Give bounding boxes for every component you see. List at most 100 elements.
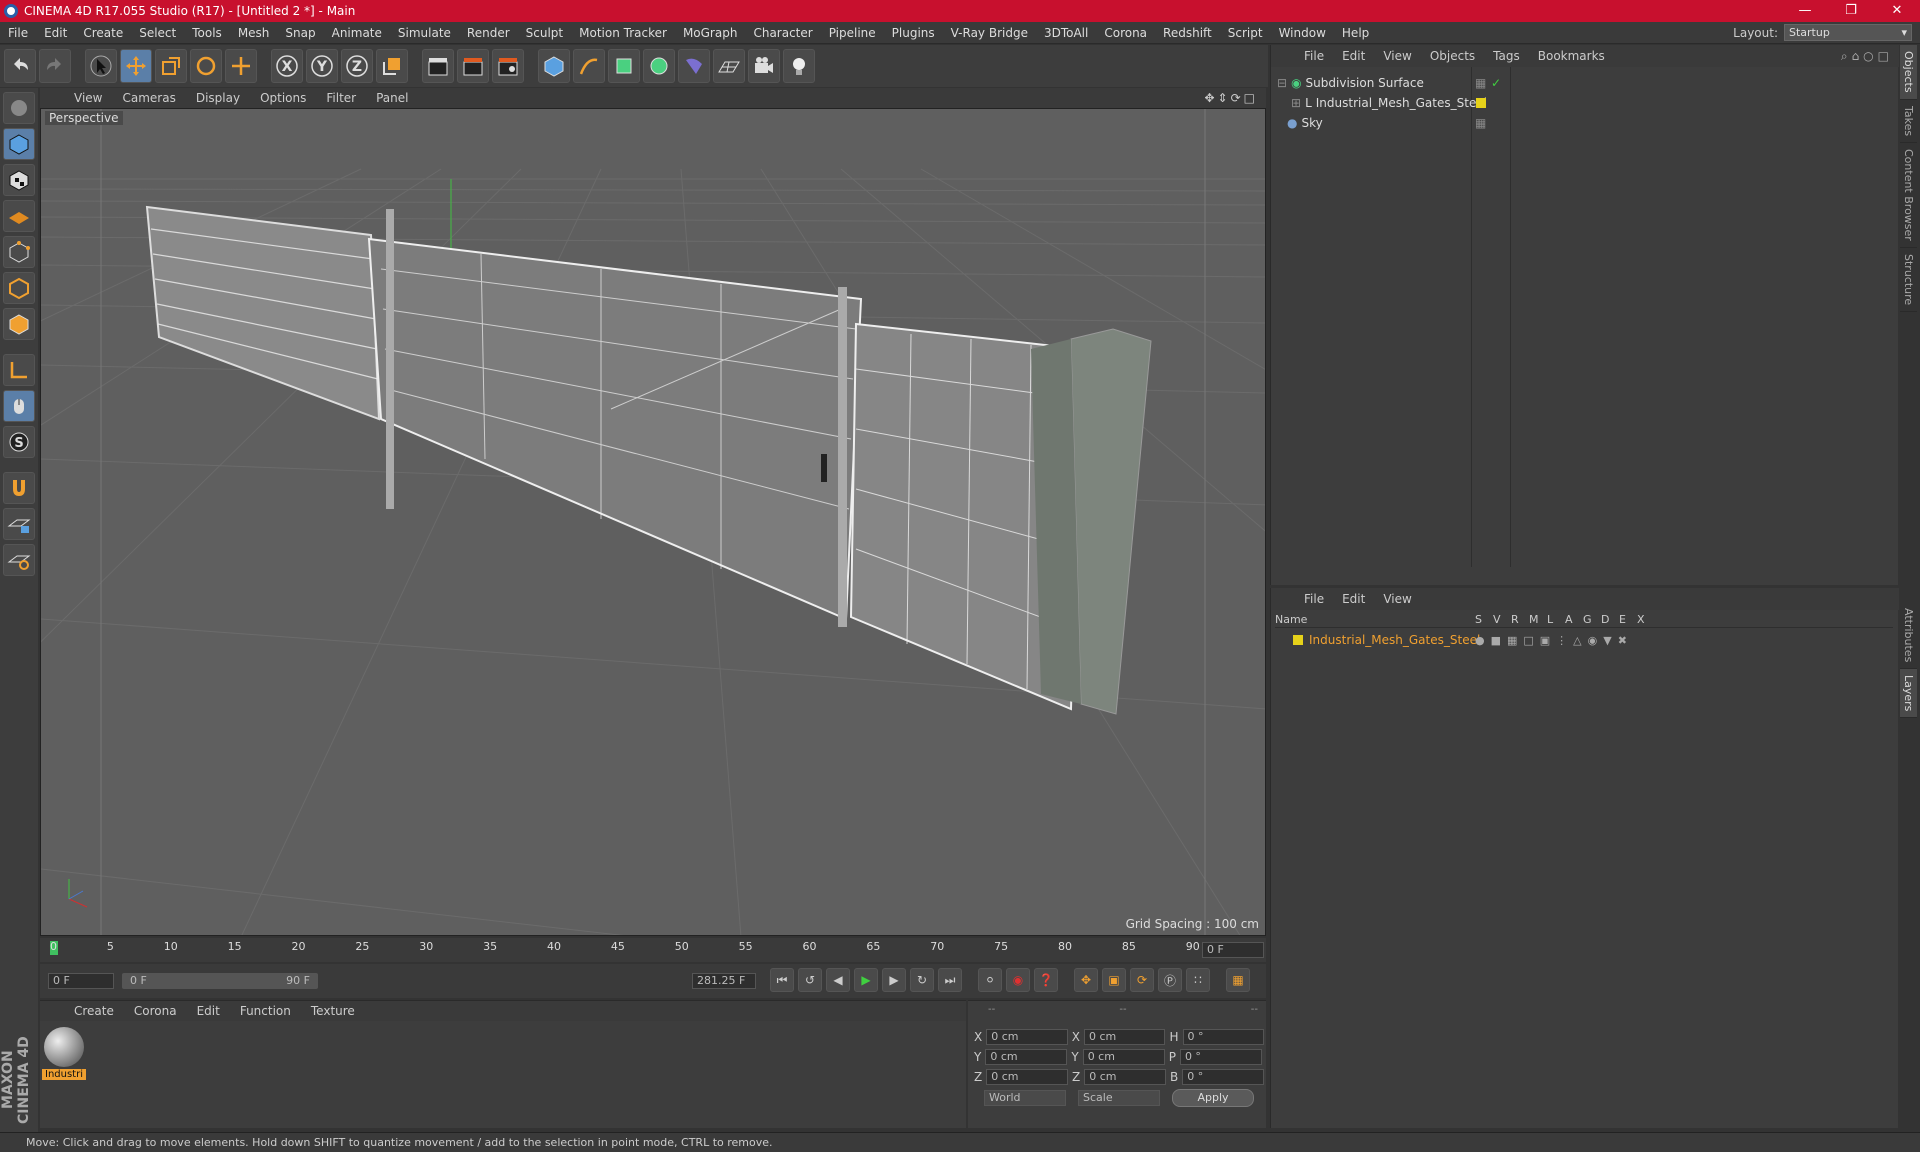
undo-button[interactable] xyxy=(4,49,36,83)
layer-menu-view[interactable]: View xyxy=(1374,592,1420,606)
menu-plugins[interactable]: Plugins xyxy=(884,26,943,40)
tab-objects[interactable]: Objects xyxy=(1900,45,1917,100)
record-button[interactable]: ◉ xyxy=(1006,968,1030,992)
workplane-mode-button[interactable] xyxy=(3,200,35,232)
layer-row-gates[interactable]: Industrial_Mesh_Gates_Steel ●■▦□▣⋮△◉▼✖ xyxy=(1271,630,1891,650)
prev-key-button[interactable]: ↺ xyxy=(798,968,822,992)
vp-menu-options[interactable]: Options xyxy=(250,91,316,105)
tab-layers[interactable]: Layers xyxy=(1900,669,1917,719)
menu-window[interactable]: Window xyxy=(1271,26,1334,40)
vp-menu-filter[interactable]: Filter xyxy=(316,91,366,105)
magnet-button[interactable] xyxy=(3,472,35,504)
polygons-mode-button[interactable] xyxy=(3,308,35,340)
tab-attributes[interactable]: Attributes xyxy=(1900,602,1917,669)
vp-menu-panel[interactable]: Panel xyxy=(366,91,418,105)
layer-color-swatch[interactable] xyxy=(1476,98,1486,108)
render-settings-button[interactable] xyxy=(492,49,524,83)
start-frame-field[interactable]: 0 F xyxy=(48,973,114,989)
cloner-button[interactable] xyxy=(643,49,675,83)
viewport-label[interactable]: Perspective xyxy=(45,111,123,125)
pos-z-field[interactable]: 0 cm xyxy=(986,1069,1068,1085)
menu-snap[interactable]: Snap xyxy=(277,26,323,40)
minimize-button[interactable]: — xyxy=(1782,0,1828,22)
obj-header-icons[interactable]: ⌕⌂○□ xyxy=(1841,49,1893,64)
light-button[interactable] xyxy=(783,49,815,83)
maximize-button[interactable]: ❐ xyxy=(1828,0,1874,22)
layout-select[interactable]: Startup ▾ xyxy=(1784,24,1912,41)
mat-menu-texture[interactable]: Texture xyxy=(301,1004,365,1018)
tab-content-browser[interactable]: Content Browser xyxy=(1900,143,1917,248)
vp-menu-view[interactable]: View xyxy=(64,91,112,105)
viewport-nav-icons[interactable]: ✥⇕⟳□ xyxy=(1204,91,1258,105)
render-view-button[interactable] xyxy=(422,49,454,83)
scale-tool-button[interactable] xyxy=(155,49,187,83)
x-axis-lock-button[interactable]: X xyxy=(271,49,303,83)
close-button[interactable]: ✕ xyxy=(1874,0,1920,22)
layer-name-gates[interactable]: Industrial_Mesh_Gates_Steel xyxy=(1309,633,1480,647)
go-to-start-button[interactable]: ⏮ xyxy=(770,968,794,992)
menu-script[interactable]: Script xyxy=(1220,26,1271,40)
mat-menu-edit[interactable]: Edit xyxy=(187,1004,230,1018)
menu-pipeline[interactable]: Pipeline xyxy=(821,26,884,40)
make-editable-button[interactable] xyxy=(3,92,35,124)
range-slider[interactable]: 0 F 90 F xyxy=(122,973,318,989)
deformer-button[interactable] xyxy=(678,49,710,83)
tree-expand-icon[interactable]: ⊞ xyxy=(1291,96,1301,110)
live-selection-button[interactable] xyxy=(85,49,117,83)
grid-snap-button[interactable] xyxy=(3,544,35,576)
tab-takes[interactable]: Takes xyxy=(1900,100,1917,143)
prev-frame-button[interactable]: ◀ xyxy=(826,968,850,992)
key-rotation-button[interactable]: ⟳ xyxy=(1130,968,1154,992)
coordinate-system-button[interactable] xyxy=(376,49,408,83)
camera-button[interactable] xyxy=(748,49,780,83)
menu-simulate[interactable]: Simulate xyxy=(390,26,459,40)
spline-pen-button[interactable] xyxy=(573,49,605,83)
menu-mesh[interactable]: Mesh xyxy=(230,26,278,40)
vp-menu-display[interactable]: Display xyxy=(186,91,250,105)
end-frame-field[interactable]: 281.25 F xyxy=(692,973,756,989)
object-name-gates[interactable]: Industrial_Mesh_Gates_Steel xyxy=(1316,96,1487,110)
menu-sculpt[interactable]: Sculpt xyxy=(518,26,571,40)
pos-x-field[interactable]: 0 cm xyxy=(986,1029,1068,1045)
perspective-viewport[interactable]: Perspective Grid Spacing : 100 cm xyxy=(40,108,1266,936)
menu-help[interactable]: Help xyxy=(1334,26,1377,40)
menu-vray-bridge[interactable]: V-Ray Bridge xyxy=(943,26,1036,40)
obj-menu-view[interactable]: View xyxy=(1374,49,1420,63)
menu-create[interactable]: Create xyxy=(75,26,131,40)
model-mode-button[interactable] xyxy=(3,128,35,160)
menu-mograph[interactable]: MoGraph xyxy=(675,26,746,40)
visibility-dots[interactable]: ▦ xyxy=(1475,76,1486,90)
size-y-field[interactable]: 0 cm xyxy=(1082,1049,1165,1065)
snap-button[interactable]: S xyxy=(3,426,35,458)
coord-system-select[interactable]: World xyxy=(984,1090,1066,1106)
menu-edit[interactable]: Edit xyxy=(36,26,75,40)
menu-corona[interactable]: Corona xyxy=(1096,26,1155,40)
layer-color-icon[interactable] xyxy=(1293,635,1303,645)
obj-menu-edit[interactable]: Edit xyxy=(1333,49,1374,63)
menu-render[interactable]: Render xyxy=(459,26,518,40)
menu-animate[interactable]: Animate xyxy=(324,26,390,40)
layer-menu-file[interactable]: File xyxy=(1295,592,1333,606)
layer-toggle-icons[interactable]: ●■▦□▣⋮△◉▼✖ xyxy=(1475,634,1633,647)
current-frame-field[interactable]: 0 F xyxy=(1202,942,1264,958)
mat-menu-create[interactable]: Create xyxy=(64,1004,124,1018)
mat-menu-function[interactable]: Function xyxy=(230,1004,301,1018)
grid-lock-button[interactable] xyxy=(3,508,35,540)
y-axis-lock-button[interactable]: Y xyxy=(306,49,338,83)
rot-p-field[interactable]: 0 ° xyxy=(1179,1049,1262,1065)
timeline-window-button[interactable]: ▦ xyxy=(1226,968,1250,992)
tab-structure[interactable]: Structure xyxy=(1900,248,1917,312)
menu-character[interactable]: Character xyxy=(745,26,820,40)
autokey-button[interactable]: ❓ xyxy=(1034,968,1058,992)
sky-visibility-dots[interactable]: ▦ xyxy=(1475,116,1486,130)
play-button[interactable]: ▶ xyxy=(854,968,878,992)
key-position-button[interactable]: ✥ xyxy=(1074,968,1098,992)
object-name-subdivision[interactable]: Subdivision Surface xyxy=(1306,76,1424,90)
menu-tools[interactable]: Tools xyxy=(184,26,230,40)
pos-y-field[interactable]: 0 cm xyxy=(985,1049,1068,1065)
key-pla-button[interactable]: ∷ xyxy=(1186,968,1210,992)
subdivision-surface-button[interactable] xyxy=(608,49,640,83)
object-row-subdivision[interactable]: ⊟ ◉ Subdivision Surface ▦ ✓ xyxy=(1271,73,1891,93)
points-mode-button[interactable] xyxy=(3,236,35,268)
menu-motion-tracker[interactable]: Motion Tracker xyxy=(571,26,675,40)
